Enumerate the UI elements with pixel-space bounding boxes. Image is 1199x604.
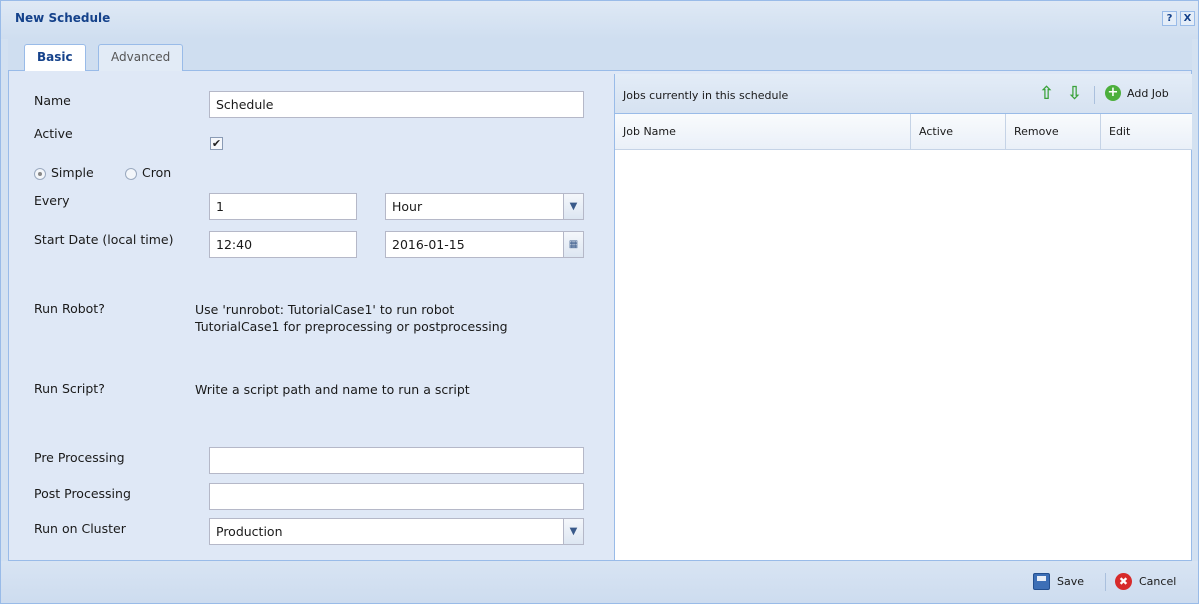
cluster-select[interactable]: Production ▼ [209, 518, 584, 545]
footer-separator [1105, 573, 1106, 591]
dialog-titlebar: New Schedule ? X [1, 1, 1198, 39]
start-date-label: Start Date (local time) [34, 232, 174, 247]
cancel-label: Cancel [1139, 575, 1177, 588]
tab-basic[interactable]: Basic [24, 44, 86, 72]
floppy-disk-icon [1033, 573, 1050, 590]
cluster-value: Production [216, 524, 283, 539]
tab-strip: Basic Advanced [8, 39, 1192, 72]
jobs-grid: Jobs currently in this schedule ⇧ ⇩ + Ad… [614, 74, 1192, 560]
add-job-label: Add Job [1127, 87, 1169, 100]
post-processing-input[interactable] [209, 483, 584, 510]
column-header-active[interactable]: Active [911, 114, 1006, 150]
pre-processing-label: Pre Processing [34, 450, 125, 465]
jobs-grid-header: Job Name Active Remove Edit [615, 114, 1192, 150]
column-header-job-name[interactable]: Job Name [615, 114, 911, 150]
run-script-help: Write a script path and name to run a sc… [195, 382, 470, 397]
arrow-down-icon[interactable]: ⇩ [1067, 83, 1082, 104]
active-label: Active [34, 126, 73, 141]
column-header-remove[interactable]: Remove [1006, 114, 1101, 150]
dialog-footer: Save ✖ Cancel [1, 561, 1198, 603]
toolbar-separator [1094, 86, 1095, 104]
start-date-picker[interactable]: 2016-01-15 ▦ [385, 231, 584, 258]
run-on-cluster-label: Run on Cluster [34, 521, 126, 536]
cron-radio-label: Cron [142, 165, 172, 180]
cancel-circle-icon: ✖ [1115, 573, 1132, 590]
close-icon[interactable]: X [1180, 11, 1195, 26]
new-schedule-dialog: New Schedule ? X Basic Advanced Name Act… [0, 0, 1199, 604]
help-icon[interactable]: ? [1162, 11, 1177, 26]
chevron-down-icon[interactable]: ▼ [563, 519, 583, 544]
run-robot-label: Run Robot? [34, 301, 105, 316]
every-unit-select[interactable]: Hour ▼ [385, 193, 584, 220]
tab-advanced[interactable]: Advanced [98, 44, 184, 71]
name-input[interactable] [209, 91, 584, 118]
run-script-label: Run Script? [34, 381, 105, 396]
active-checkbox[interactable]: ✔ [210, 137, 223, 150]
name-label: Name [34, 93, 71, 108]
pre-processing-input[interactable] [209, 447, 584, 474]
every-input[interactable] [209, 193, 357, 220]
calendar-icon[interactable]: ▦ [563, 232, 583, 257]
run-robot-help: Use 'runrobot: TutorialCase1' to run rob… [195, 301, 508, 335]
run-robot-help-line1: Use 'runrobot: TutorialCase1' to run rob… [195, 302, 455, 317]
start-time-input[interactable] [209, 231, 357, 258]
chevron-down-icon[interactable]: ▼ [563, 194, 583, 219]
every-unit-value: Hour [392, 199, 423, 214]
simple-radio[interactable] [34, 168, 46, 180]
dialog-title: New Schedule [15, 11, 111, 25]
post-processing-label: Post Processing [34, 486, 131, 501]
plus-circle-icon: + [1105, 85, 1121, 101]
schedule-form: Name Active ✔ Simple Cron Every Hour ▼ S… [9, 75, 612, 559]
column-header-edit[interactable]: Edit [1101, 114, 1192, 150]
arrow-up-icon[interactable]: ⇧ [1039, 83, 1054, 104]
jobs-toolbar: Jobs currently in this schedule ⇧ ⇩ + Ad… [615, 74, 1192, 114]
run-robot-help-line2: TutorialCase1 for preprocessing or postp… [195, 319, 508, 334]
start-date-value: 2016-01-15 [392, 237, 465, 252]
jobs-grid-title: Jobs currently in this schedule [623, 89, 789, 102]
every-label: Every [34, 193, 70, 208]
cron-radio[interactable] [125, 168, 137, 180]
save-label: Save [1057, 575, 1085, 588]
simple-radio-label: Simple [51, 165, 94, 180]
